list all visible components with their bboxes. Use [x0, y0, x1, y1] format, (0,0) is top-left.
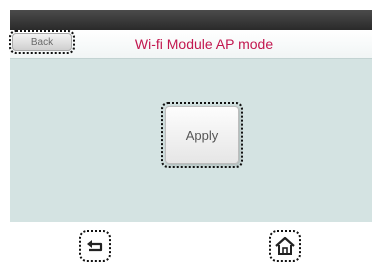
home-icon[interactable] [269, 230, 301, 262]
apply-button-highlight [161, 102, 243, 168]
page-title: Wi-fi Module AP mode [134, 36, 274, 52]
device-status-bar [10, 10, 372, 30]
return-icon[interactable] [79, 230, 111, 262]
back-button-highlight [9, 30, 75, 54]
